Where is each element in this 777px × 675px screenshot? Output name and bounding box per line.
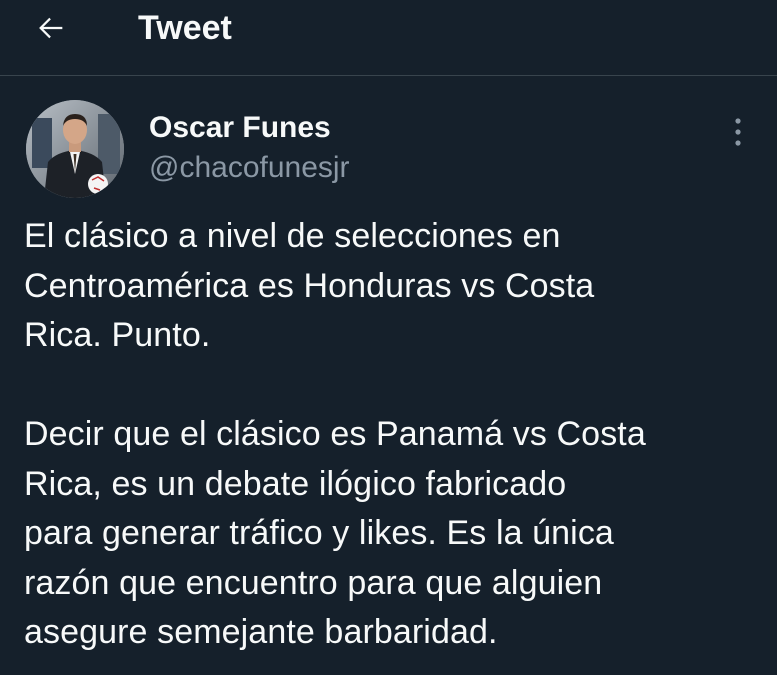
- more-options-button[interactable]: [722, 112, 754, 152]
- tweet-text: El clásico a nivel de selecciones en Cen…: [24, 217, 646, 651]
- author-name[interactable]: Oscar Funes: [149, 110, 331, 146]
- arrow-left-icon: [39, 17, 63, 39]
- profile-photo: [26, 100, 124, 198]
- avatar[interactable]: [26, 100, 124, 198]
- vertical-ellipsis-icon: [735, 118, 741, 146]
- back-button[interactable]: [28, 8, 74, 48]
- page-title: Tweet: [138, 9, 232, 47]
- top-bar: Tweet: [0, 0, 777, 76]
- author-handle[interactable]: @chacofunesjr: [149, 150, 350, 186]
- tweet-detail-screen: Tweet Oscar Funes @chacofunesjr El clási…: [0, 0, 777, 675]
